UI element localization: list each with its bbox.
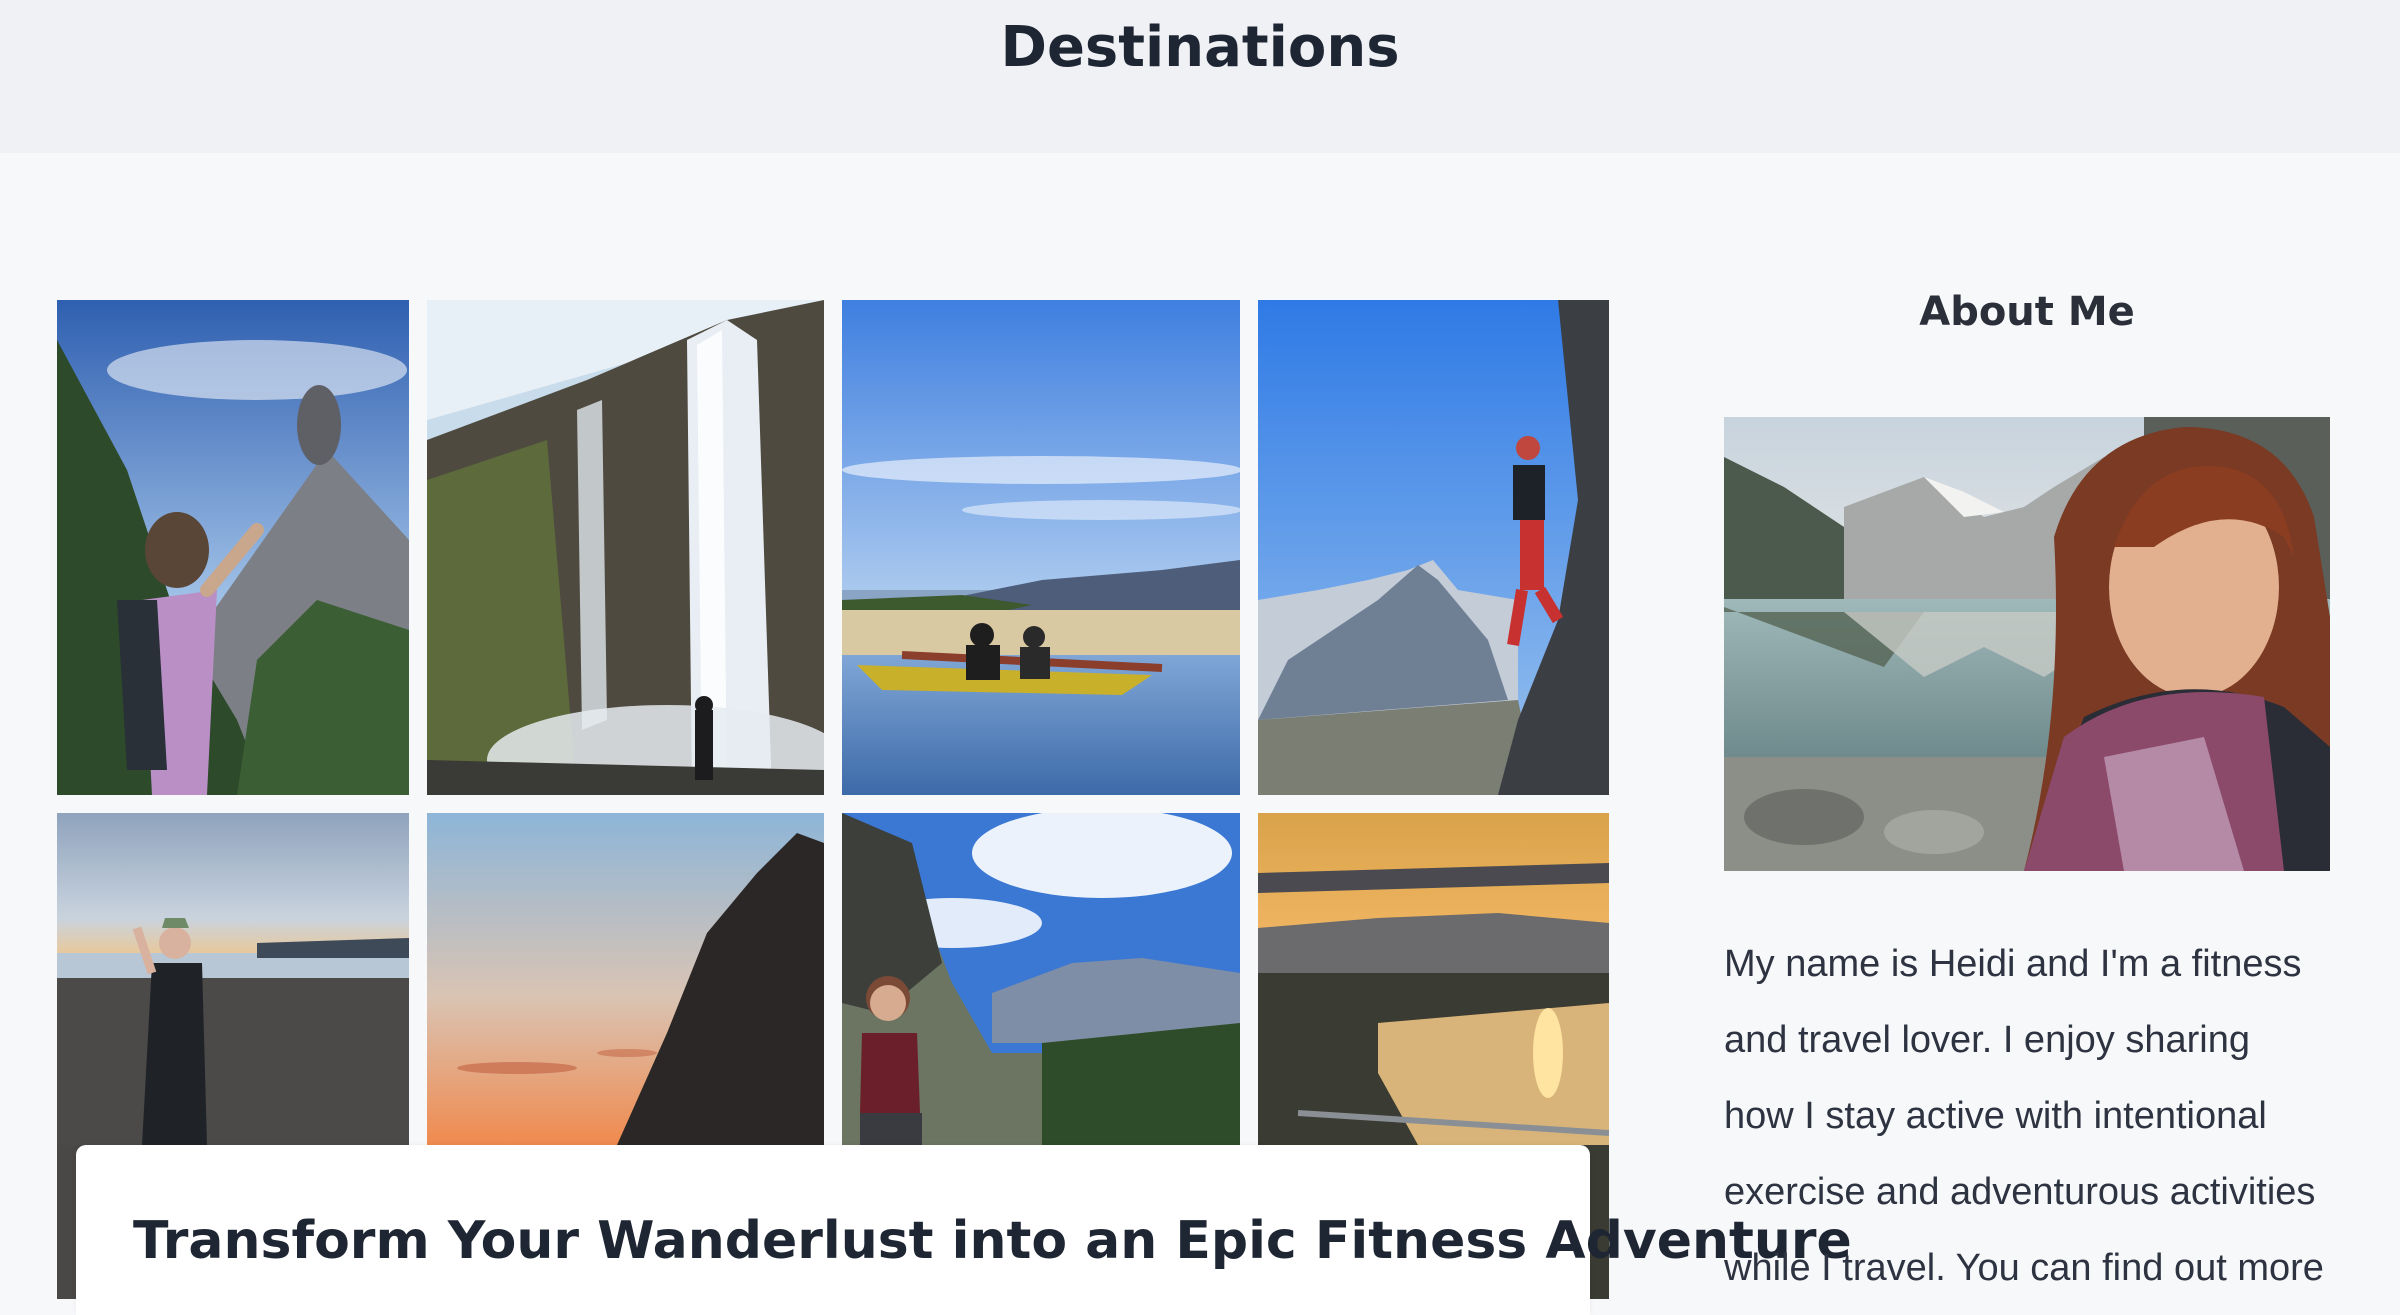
sunset-fjord-photo (1258, 813, 1609, 1145)
gallery-photo-kayak[interactable] (842, 300, 1240, 795)
gallery-photo-sunset-fjord[interactable] (1258, 813, 1609, 1145)
mountain-meadow-photo (842, 813, 1240, 1145)
author-photo (1724, 417, 2330, 871)
post-title[interactable]: Transform Your Wanderlust into an Epic F… (133, 1211, 1852, 1271)
about-sidebar: About Me My name is Heidi and I'm a fitn… (1724, 289, 2330, 1289)
black-sand-beach-photo (57, 813, 409, 1145)
rock-climber-photo (1258, 300, 1609, 795)
gallery-photo-mountain-meadow[interactable] (842, 813, 1240, 1145)
author-portrait-image (1724, 417, 2330, 871)
kayak-lake-photo (842, 300, 1240, 795)
gallery-photo-beach[interactable] (57, 813, 409, 1145)
gallery-photo-sunset-cliff[interactable] (427, 813, 824, 1145)
volcano-hiker-photo (57, 300, 409, 795)
waterfall-photo (427, 300, 824, 795)
sunset-cliff-photo (427, 813, 824, 1145)
photo-gallery: Transform Your Wanderlust into an Epic F… (0, 0, 1852, 1315)
gallery-photo-climber[interactable] (1258, 300, 1609, 795)
gallery-photo-waterfall[interactable] (427, 300, 824, 795)
gallery-photo-volcano[interactable] (57, 300, 409, 795)
featured-post-card[interactable]: Transform Your Wanderlust into an Epic F… (76, 1145, 1852, 1315)
author-bio: My name is Heidi and I'm a fitness and t… (1724, 943, 2324, 1289)
sidebar-heading: About Me (1919, 289, 2135, 335)
